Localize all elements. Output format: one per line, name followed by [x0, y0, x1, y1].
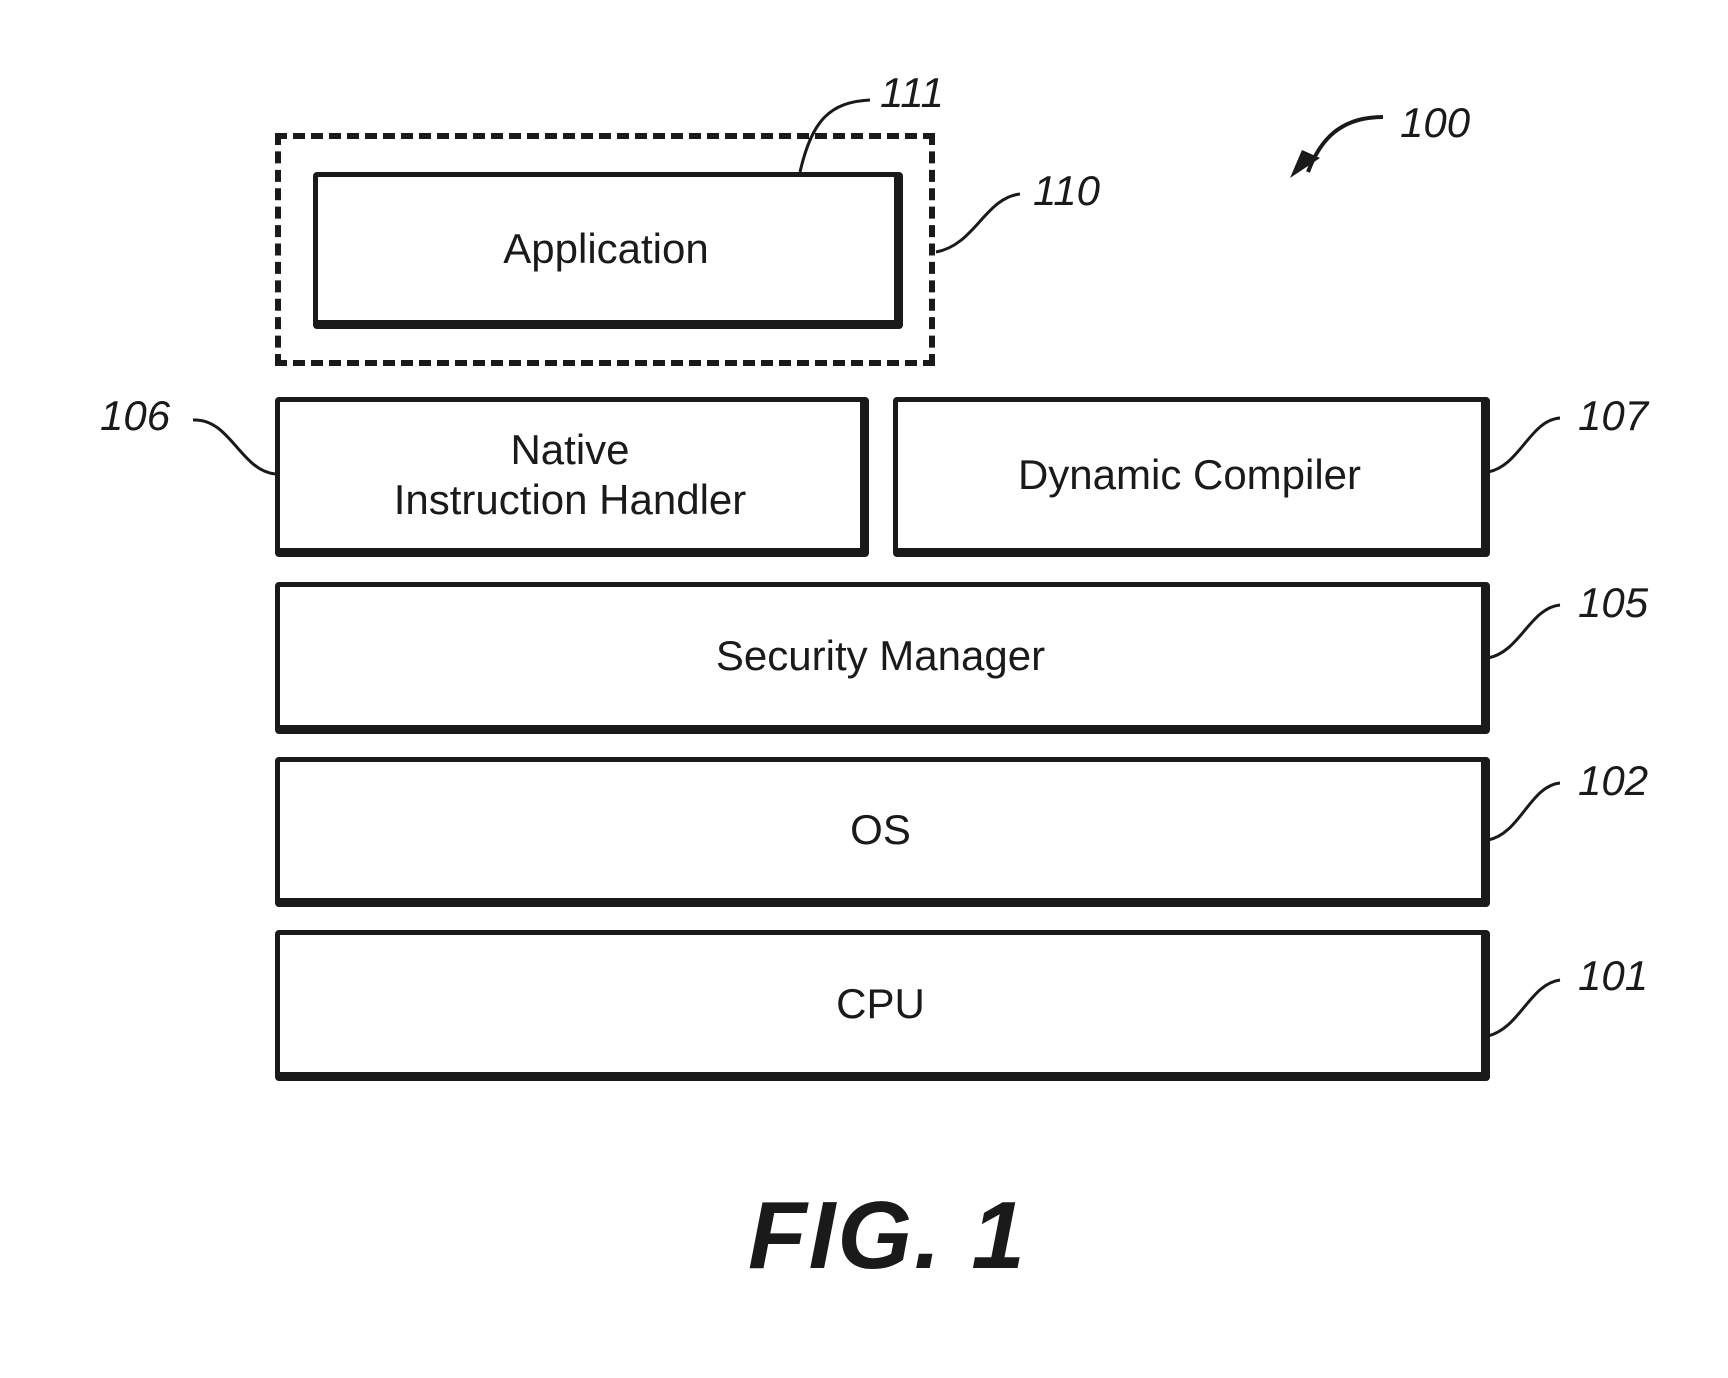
leader-101	[1487, 978, 1561, 1038]
ref-110: 110	[1033, 167, 1100, 214]
leader-102	[1487, 781, 1561, 842]
dynamic-compiler-label: Dynamic Compiler	[1017, 451, 1362, 498]
ref-105: 105	[1578, 579, 1649, 626]
ref-111: 111	[880, 69, 944, 116]
leader-107	[1487, 416, 1561, 474]
leader-100	[1306, 115, 1384, 173]
cpu-label: CPU	[836, 979, 925, 1027]
native-instruction-handler-box: Native Instruction Handler	[275, 397, 869, 557]
native-instruction-handler-label-line1: Native	[510, 426, 630, 473]
ref-106: 106	[100, 392, 171, 439]
native-instruction-handler-label-line2: Instruction Handler	[393, 476, 747, 523]
os-label: OS	[850, 806, 911, 853]
ref-107: 107	[1578, 392, 1649, 439]
ref-102: 102	[1578, 757, 1649, 804]
ref-100: 100	[1400, 99, 1471, 146]
leader-110	[935, 192, 1021, 254]
leader-106	[192, 418, 276, 476]
dynamic-compiler-box: Dynamic Compiler	[893, 397, 1490, 557]
cpu-box: CPU	[275, 930, 1490, 1081]
os-box: OS	[275, 757, 1490, 907]
application-box: Application	[313, 172, 903, 329]
application-label: Application	[503, 224, 709, 272]
figure-caption: FIG. 1	[748, 1182, 1027, 1289]
leader-105	[1487, 603, 1561, 660]
ref-101: 101	[1578, 952, 1649, 999]
security-manager-label: Security Manager	[715, 632, 1046, 679]
security-manager-box: Security Manager	[275, 582, 1490, 734]
